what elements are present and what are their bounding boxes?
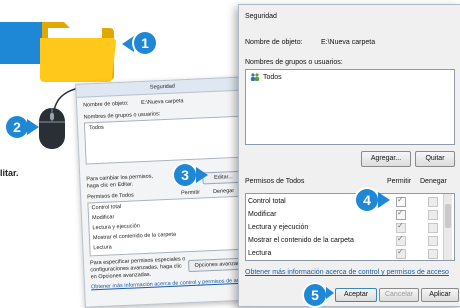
permission-row: Mostrar el contenido de la carpeta (92, 231, 177, 242)
allow-checkbox[interactable] (396, 221, 406, 233)
permissions-help-link[interactable]: Obtener más información acerca de contro… (91, 277, 251, 290)
step-badge-4: 4 (356, 189, 378, 211)
instruction-text: litar. (0, 168, 19, 178)
cancel-button[interactable]: Cancelar (379, 288, 419, 302)
allow-checkbox[interactable] (396, 195, 406, 207)
security-dialog-preview: Seguridad Nombre de objeto: E:\Nueva car… (75, 76, 259, 308)
permission-row: Lectura (93, 244, 112, 252)
permission-row: Control total (248, 198, 286, 205)
object-name-label: Nombre de objeto: (83, 100, 129, 109)
users-icon (250, 73, 260, 81)
pointer-arrow-icon (27, 119, 39, 135)
allow-checkbox[interactable] (396, 234, 406, 246)
mouse-icon (39, 108, 65, 149)
object-name-value: E:\Nueva carpeta (140, 98, 184, 107)
folder-icon (40, 22, 116, 82)
permissions-label: Permisos de Todos (87, 192, 134, 201)
allow-column: Permitir (387, 178, 412, 185)
deny-column: Denegar (420, 178, 447, 185)
object-name-label: Nombre de objeto: (245, 39, 303, 46)
step-badge-2: 2 (6, 116, 28, 138)
allow-checkbox[interactable] (396, 208, 406, 220)
apply-button[interactable]: Aplicar (421, 288, 459, 302)
group-item-label: Todos (263, 73, 282, 81)
group-item-todos[interactable]: Todos (89, 125, 104, 132)
allow-checkbox[interactable] (396, 247, 406, 259)
pointer-arrow-icon (326, 287, 334, 299)
permission-row: Lectura y ejecución (248, 224, 309, 231)
remove-button[interactable]: Quitar (415, 151, 455, 167)
groups-label: Nombres de grupos o usuarios: (245, 59, 343, 66)
scrollbar-thumb[interactable] (445, 204, 451, 228)
permissions-help-link[interactable]: Obtener más información acerca de contro… (245, 269, 449, 276)
advanced-text: en Opciones avanzadas. (90, 271, 152, 281)
pointer-arrow-icon (378, 192, 390, 208)
group-item-todos[interactable]: Todos (250, 73, 282, 81)
accept-button[interactable]: Aceptar (335, 288, 377, 302)
groups-list[interactable]: Todos (245, 69, 455, 145)
permission-row: Modificar (91, 214, 115, 222)
deny-checkbox[interactable] (428, 249, 438, 259)
groups-list[interactable]: Todos (83, 115, 246, 165)
permissions-scrollbar[interactable] (443, 194, 452, 260)
security-dialog: Seguridad Nombre de objeto: E:\Nueva car… (238, 4, 460, 307)
pointer-arrow-icon (196, 167, 208, 183)
object-name-value: E:\Nueva carpeta (321, 39, 376, 46)
permission-row: Lectura (248, 250, 272, 257)
deny-checkbox[interactable] (428, 210, 438, 220)
deny-checkbox[interactable] (428, 236, 438, 246)
deny-checkbox[interactable] (428, 197, 438, 207)
permission-row: Control total (91, 204, 122, 212)
allow-column: Permitir (180, 189, 201, 197)
permissions-list[interactable]: Control total Modificar Lectura y ejecuc… (245, 193, 455, 261)
tab-security[interactable]: Seguridad (245, 13, 277, 20)
pointer-arrow-icon (122, 36, 134, 52)
permission-row: Mostrar el contenido de la carpeta (248, 237, 354, 244)
change-perms-text: haga clic en Editar. (86, 181, 134, 190)
step-badge-3: 3 (174, 164, 196, 186)
permission-row: Lectura y ejecución (92, 223, 140, 232)
step-badge-5: 5 (304, 284, 326, 306)
permission-row: Modificar (248, 211, 277, 218)
permissions-list: Control total Modificar Lectura y ejecuc… (87, 195, 250, 257)
step-badge-1: 1 (134, 32, 156, 54)
add-button[interactable]: Agregar... (361, 151, 411, 167)
deny-checkbox[interactable] (428, 223, 438, 233)
permissions-label: Permisos de Todos (245, 178, 305, 185)
deny-column: Denegar (212, 188, 235, 195)
